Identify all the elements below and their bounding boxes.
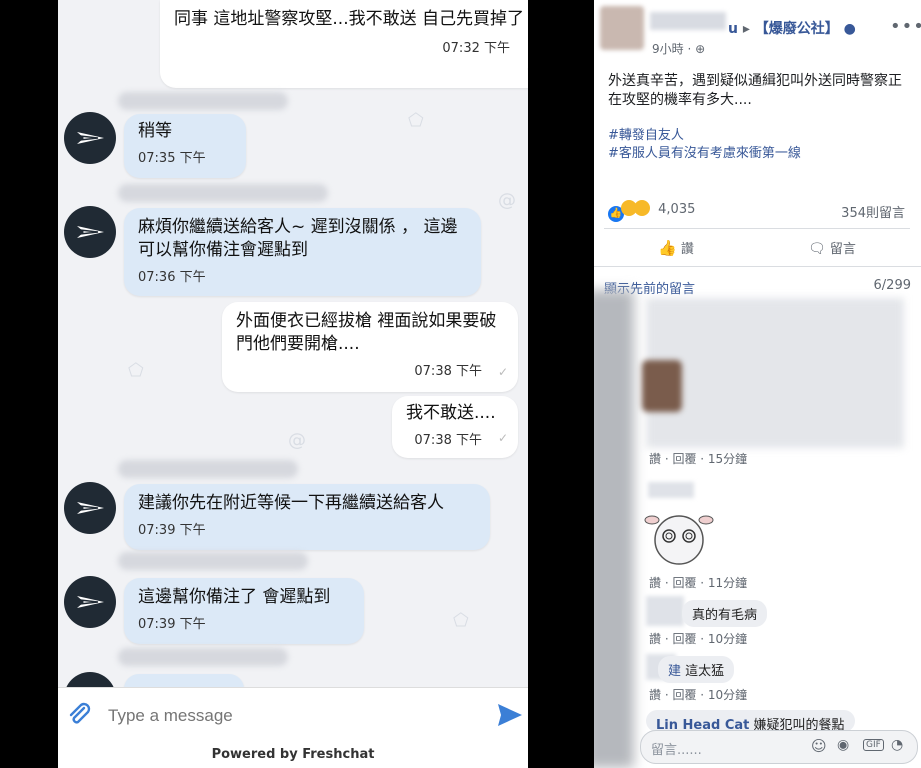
reaction-count: 4,035 (658, 202, 696, 217)
post-time-text: 9小時 (652, 42, 684, 56)
agent-name-blurred (118, 184, 328, 202)
agent-avatar (64, 112, 116, 164)
commenter-name[interactable]: 建 (668, 664, 681, 679)
poster-avatar[interactable] (600, 6, 644, 50)
speech-bubble-icon: 🗨 (808, 241, 826, 257)
message-incoming: 稍等 07:35 下午 (124, 114, 246, 178)
message-text: 同事 這地址警察攻堅...我不敢送 自己先買掉了 (174, 9, 525, 29)
post-time[interactable]: 9小時 · ⊕ (652, 40, 705, 57)
comment-count[interactable]: 354則留言 (841, 202, 905, 221)
agent-name-blurred (118, 92, 288, 110)
message-outgoing: 外面便衣已經拔槍 裡面說如果要破門他們要開槍.... 07:38 下午 ✓ (222, 302, 518, 392)
wow-reaction-icon (634, 200, 650, 216)
read-check-icon: ✓ (497, 365, 508, 379)
attachment-icon[interactable] (64, 700, 94, 734)
arrow-icon: ▸ (742, 21, 755, 37)
message-incoming: 這邊幫你備注了 會遲點到 07:39 下午 (124, 578, 364, 644)
message-time: 07:35 下午 (138, 151, 206, 166)
agent-avatar (64, 576, 116, 628)
reactions[interactable]: 👍 4,035 (608, 200, 695, 222)
message-incoming: 麻煩你繼續送給客人~ 遲到沒關係 ， 這邊可以幫你備注會遲點到 07:36 下午 (124, 208, 481, 296)
name-suffix: u (728, 21, 738, 37)
blurred-overlay (594, 290, 634, 768)
agent-name-blurred (118, 648, 288, 666)
facebook-post: u ▸ 【爆廢公社】 ● 9小時 · ⊕ ••• 外送真辛苦，遇到疑似通緝犯叫外… (594, 0, 921, 768)
more-options-icon[interactable]: ••• (890, 16, 921, 37)
message-outgoing: 我不敢送.... 07:38 下午 ✓ (392, 396, 518, 458)
freshchat-logo-icon (77, 596, 104, 608)
doodle-pentagon-icon: ⬠ (453, 610, 469, 631)
commenter-name-blurred (648, 482, 694, 498)
poster-name-blurred (650, 12, 726, 30)
comment-text: 真的有毛病 (692, 608, 758, 623)
divider (594, 266, 921, 267)
comment-actions[interactable]: 讚 · 回覆 · 15分鐘 (649, 450, 747, 467)
hashtag[interactable]: #轉發自友人 (608, 124, 684, 143)
message-time: 07:38 下午 (414, 433, 482, 448)
dot-icon: ● (843, 21, 856, 37)
poster-name[interactable]: u ▸ 【爆廢公社】 ● (728, 18, 856, 38)
message-time: 07:39 下午 (138, 617, 206, 632)
commenter-avatar-blurred (646, 596, 684, 626)
comment-button[interactable]: 🗨 留言 (808, 238, 856, 257)
comment-label: 留言 (829, 242, 856, 257)
comment-text: 這太猛 (685, 664, 725, 679)
comment-bubble: Lin Head Cat 嫌疑犯叫的餐點 (646, 710, 855, 732)
agent-name-blurred (118, 460, 298, 478)
like-label: 讚 (680, 242, 694, 257)
powered-by: Powered by Freshchat (211, 747, 375, 762)
freshchat-logo-icon (77, 226, 104, 238)
message-time: 07:36 下午 (138, 270, 206, 285)
hashtag[interactable]: #客服人員有沒有考慮來衝第一線 (608, 142, 801, 161)
message-text: 麻煩你繼續送給客人~ 遲到沒關係 ， 這邊可以幫你備注會遲點到 (138, 217, 458, 260)
message-outgoing: 同事 這地址警察攻堅...我不敢送 自己先買掉了 07:32 下午 ✓ (160, 0, 528, 88)
globe-icon: ⊕ (695, 42, 706, 56)
comment-avatar-blurred (642, 360, 682, 412)
send-icon[interactable] (496, 702, 524, 732)
message-time: 07:39 下午 (138, 523, 206, 538)
freshchat-logo-icon (77, 502, 104, 514)
read-check-icon: ✓ (526, 57, 528, 80)
message-text: 外面便衣已經拔槍 裡面說如果要破門他們要開槍.... (236, 311, 497, 354)
page-name[interactable]: 【爆廢公社】 (755, 21, 839, 37)
divider (604, 228, 910, 229)
doodle-pentagon-icon: ⬠ (408, 110, 424, 131)
post-text: 外送真辛苦，遇到疑似通緝犯叫外送同時警察正在攻堅的機率有多大.... (608, 73, 902, 108)
gif-icon[interactable]: GIF (863, 739, 884, 751)
agent-avatar (64, 482, 116, 534)
comment-actions[interactable]: 讚 · 回覆 · 10分鐘 (649, 630, 747, 647)
message-incoming: 建議你先在附近等候一下再繼續送給客人 07:39 下午 (124, 484, 490, 550)
read-check-icon: ✓ (497, 431, 508, 445)
comment-bubble: 建 這太猛 (658, 656, 735, 683)
sticker-rabbit (644, 500, 714, 572)
thumbs-up-icon: 👍 (658, 239, 677, 257)
comment-input-placeholder: 留言...... (651, 743, 702, 758)
chat-window: ⬠ @ ⬠ @ ⬠ 同事 這地址警察攻堅...我不敢送 自己先買掉了 07:32… (58, 0, 528, 768)
message-composer: Powered by Freshchat (58, 687, 528, 768)
message-time: 07:38 下午 (414, 364, 482, 379)
agent-name-blurred (118, 552, 308, 570)
comment-input-box[interactable]: 留言...... ☺ ◉ GIF ◔ (640, 730, 918, 764)
comment-bubble: 真的有毛病 (682, 600, 768, 627)
camera-icon[interactable]: ◉ (837, 737, 849, 753)
message-input[interactable] (106, 702, 470, 730)
comment-actions[interactable]: 讚 · 回覆 · 10分鐘 (649, 686, 747, 703)
comment-actions[interactable]: 讚 · 回覆 · 11分鐘 (649, 574, 747, 591)
like-button[interactable]: 👍 讚 (658, 238, 694, 257)
comment-image-blurred (646, 298, 904, 448)
message-time: 07:32 下午 (442, 41, 510, 56)
agent-avatar (64, 206, 116, 258)
emoji-icon[interactable]: ☺ (811, 737, 827, 755)
doodle-spiral-icon: @ (498, 190, 516, 211)
message-text: 建議你先在附近等候一下再繼續送給客人 (138, 493, 444, 513)
doodle-pentagon-icon: ⬠ (128, 360, 144, 381)
message-text: 這邊幫你備注了 會遲點到 (138, 587, 331, 607)
freshchat-logo-icon (77, 132, 104, 144)
doodle-spiral-icon: @ (288, 430, 306, 451)
message-text: 我不敢送.... (406, 403, 496, 423)
message-text: 稍等 (138, 121, 172, 141)
comment-paging: 6/299 (873, 278, 911, 293)
sticker-icon[interactable]: ◔ (891, 737, 903, 753)
